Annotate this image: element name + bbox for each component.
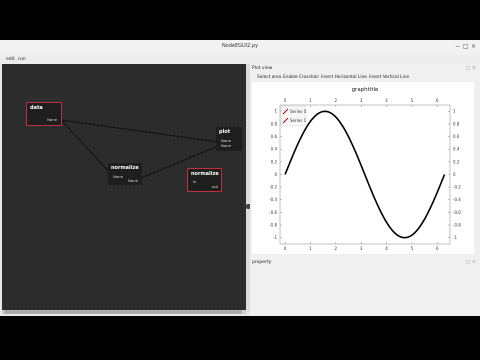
y-tick-label: 0.6	[271, 134, 278, 139]
y-tick-label-right: 0.8	[453, 121, 460, 126]
output-port-label[interactable]: out	[212, 184, 218, 189]
y-tick-label-right: -1	[453, 235, 457, 240]
x-tick-label-top: 5	[411, 98, 414, 103]
y-tick-label: -0.4	[269, 197, 277, 202]
node-normalize-selected[interactable]: normalize in out	[187, 168, 222, 192]
y-tick-label-right: 1	[453, 109, 456, 114]
node-title: plot	[219, 129, 231, 135]
y-tick-label-right: 0.6	[453, 134, 460, 139]
y-tick-label: -0.6	[269, 210, 277, 215]
window-title: NodeEGUI2.py	[221, 43, 259, 49]
x-tick-label: 3	[360, 246, 363, 251]
application-window: NodeEGUI2.py − □ × edit run data None no…	[0, 40, 480, 316]
x-tick-label: 5	[411, 246, 414, 251]
node-title: data	[30, 105, 43, 111]
legend-entry: Series 1	[290, 118, 307, 123]
float-dock-icon[interactable]: ◻	[466, 259, 470, 265]
plot-canvas[interactable]: graphtitle 0 0 1 1 2 2 3 3 4 4 5 5 6 6 1 1 0.8 0.8 0.6 0.6 0.…	[252, 82, 474, 254]
input-port-label[interactable]: in	[193, 179, 196, 184]
output-port-label[interactable]: None	[128, 178, 138, 183]
legend-entry: Series 0	[290, 109, 307, 114]
property-dock-header: property ◻ ×	[250, 259, 480, 267]
connection-data-plot[interactable]	[60, 119, 219, 143]
chart-svg: graphtitle 0 0 1 1 2 2 3 3 4 4 5 5 6 6 1 1 0.8 0.8 0.6 0.6 0.…	[269, 87, 461, 251]
enable-crosshair-button[interactable]: Enable Crosshair	[283, 75, 319, 80]
insert-vertical-line-button[interactable]: Insert Vertical Line	[369, 75, 409, 80]
y-tick-label: 0.8	[271, 121, 278, 126]
input-port-label[interactable]: None	[113, 174, 123, 179]
property-dock-title: property	[252, 260, 272, 265]
y-tick-label-right: -0.8	[453, 222, 461, 227]
plot-toolbar: Select area Enable Crosshair Insert Hori…	[250, 74, 480, 82]
node-data[interactable]: data None	[26, 102, 62, 126]
canvas-horizontal-scrollbar[interactable]	[2, 310, 246, 314]
menu-edit[interactable]: edit	[6, 57, 15, 62]
x-tick-label: 6	[436, 246, 439, 251]
y-tick-label-right: 0.2	[453, 159, 460, 164]
x-tick-label-top: 4	[385, 98, 388, 103]
x-tick-label: 0	[284, 246, 287, 251]
x-tick-label-top: 2	[335, 98, 338, 103]
close-icon[interactable]: ×	[471, 43, 476, 51]
minimize-icon[interactable]: −	[455, 43, 460, 51]
output-port-label[interactable]: None	[47, 117, 57, 122]
x-tick-label-top: 6	[436, 98, 439, 103]
x-tick-label-top: 1	[309, 98, 312, 103]
scrollbar-thumb[interactable]	[4, 310, 242, 314]
node-title: normalize	[191, 171, 219, 177]
close-dock-icon[interactable]: ×	[472, 65, 476, 71]
float-dock-icon[interactable]: ◻	[466, 65, 470, 71]
right-dock-area: Plot view ◻ × Select area Enable Crossha…	[250, 64, 480, 316]
menu-run[interactable]: run	[18, 57, 26, 62]
y-tick-label-right: -0.2	[453, 185, 461, 190]
node-normalize[interactable]: normalize None None	[108, 163, 142, 185]
y-tick-label: 0.2	[271, 159, 278, 164]
plot-dock-title: Plot view	[252, 66, 273, 71]
y-tick-label: 1	[274, 109, 277, 114]
insert-horizontal-line-button[interactable]: Insert Horizontal Line	[321, 75, 367, 80]
y-tick-label: -1	[273, 235, 277, 240]
y-tick-label-right: 0	[453, 172, 456, 177]
x-tick-label: 1	[309, 246, 312, 251]
x-tick-label: 2	[335, 246, 338, 251]
y-tick-label-right: -0.4	[453, 197, 461, 202]
y-tick-label-right: -0.6	[453, 210, 461, 215]
input-port-label[interactable]: None	[221, 143, 231, 148]
menu-bar: edit run	[0, 55, 480, 64]
plot-dock-header: Plot view ◻ ×	[250, 65, 480, 73]
y-tick-label: 0.4	[271, 147, 278, 152]
close-dock-icon[interactable]: ×	[472, 259, 476, 265]
node-plot[interactable]: plot None None	[216, 127, 242, 151]
select-area-button[interactable]: Select area	[257, 75, 281, 80]
node-graph-canvas[interactable]: data None normalize None None plot None …	[2, 64, 246, 312]
chart-title: graphtitle	[352, 87, 379, 93]
title-bar: NodeEGUI2.py − □ ×	[0, 40, 480, 56]
maximize-icon[interactable]: □	[463, 43, 469, 51]
y-tick-label: 0	[274, 172, 277, 177]
connection-data-normalize[interactable]	[60, 119, 113, 176]
node-title: normalize	[111, 165, 139, 171]
x-tick-label-top: 3	[360, 98, 363, 103]
y-tick-label-right: 0.4	[453, 147, 460, 152]
x-tick-label: 4	[385, 246, 388, 251]
x-tick-label-top: 0	[284, 98, 287, 103]
y-tick-label: -0.2	[269, 185, 277, 190]
y-tick-label: -0.8	[269, 222, 277, 227]
